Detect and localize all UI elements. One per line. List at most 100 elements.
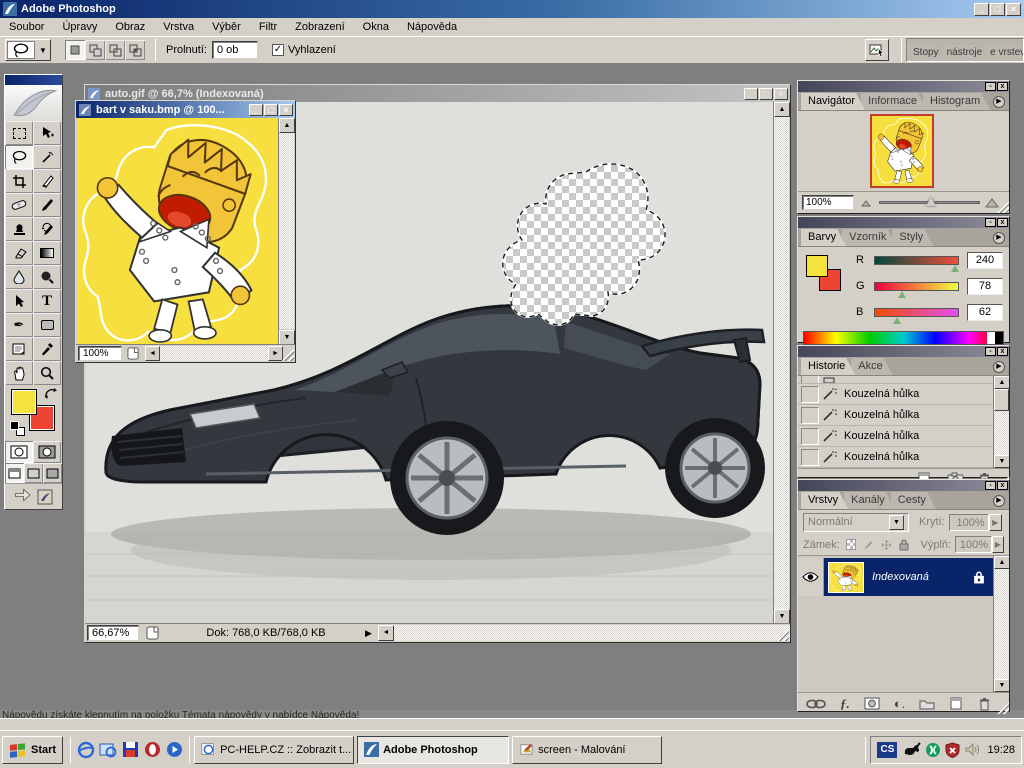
shape-tool[interactable] — [33, 313, 61, 337]
history-titlebar[interactable]: -x — [798, 346, 1009, 357]
language-indicator[interactable]: CS — [877, 742, 897, 758]
blue-value[interactable]: 62 — [967, 304, 1003, 321]
link-layers-icon[interactable] — [806, 699, 826, 709]
menu-napoveda[interactable]: Nápověda — [398, 19, 466, 35]
history-row[interactable]: Kouzelná hůlka — [798, 426, 993, 447]
foreground-color-swatch[interactable] — [11, 389, 37, 415]
maximize-button[interactable]: □ — [990, 3, 1005, 16]
red-slider[interactable] — [874, 256, 959, 265]
layers-scroll-up-button[interactable]: ▲ — [994, 556, 1009, 569]
car-status-menu-arrow[interactable]: ▶ — [365, 628, 372, 639]
tab-akce[interactable]: Akce — [851, 358, 892, 375]
menu-soubor[interactable]: Soubor — [0, 19, 53, 35]
menu-vyber[interactable]: Výběr — [203, 19, 250, 35]
antialias-checkbox[interactable]: ✓ — [272, 44, 284, 56]
bart-vertical-scrollbar[interactable]: ▲ ▼ — [278, 118, 294, 345]
jump-to-imageready-button[interactable] — [5, 483, 62, 509]
bart-scroll-down-button[interactable]: ▼ — [279, 330, 295, 345]
lock-paint-icon[interactable] — [863, 539, 874, 551]
colors-menu-button[interactable]: ▶ — [993, 232, 1005, 244]
bart-scroll-right-button[interactable]: ► — [268, 346, 283, 361]
bart-doc-titlebar[interactable]: bart v saku.bmp @ 100... _□× — [76, 101, 295, 118]
quick-mask-mode-button[interactable] — [33, 441, 61, 463]
green-value[interactable]: 78 — [967, 278, 1003, 295]
tab-vzornik[interactable]: Vzorník — [842, 229, 896, 246]
adjustment-layer-icon[interactable]: ◐. — [894, 696, 905, 711]
toolbox-logo[interactable] — [5, 85, 62, 121]
task-paint[interactable]: screen - Malování — [512, 736, 662, 764]
tray-dog-icon[interactable] — [903, 742, 921, 757]
layers-close-button[interactable]: x — [997, 481, 1008, 490]
layers-scroll-down-button[interactable]: ▼ — [994, 679, 1009, 692]
blue-slider-thumb[interactable] — [893, 317, 901, 324]
start-button[interactable]: Start — [2, 736, 63, 764]
navigator-resize-grip[interactable] — [996, 200, 1009, 213]
well-tab-vrstvy[interactable]: e vrstev — [984, 45, 1024, 61]
car-doc-close-button[interactable]: × — [774, 88, 788, 100]
layers-titlebar[interactable]: -x — [798, 480, 1009, 491]
car-doc-maximize-button[interactable]: □ — [759, 88, 773, 100]
opera-icon[interactable] — [142, 740, 162, 760]
tab-histogram[interactable]: Histogram — [923, 93, 990, 110]
save-floppy-icon[interactable] — [120, 740, 140, 760]
media-player-icon[interactable] — [164, 740, 184, 760]
history-source-checkbox[interactable] — [801, 428, 819, 445]
task-photoshop[interactable]: Adobe Photoshop — [357, 736, 509, 764]
new-group-icon[interactable] — [919, 698, 935, 710]
layer-row-indexed[interactable]: Indexovaná — [798, 558, 993, 596]
bart-canvas[interactable] — [77, 118, 280, 345]
tab-kanaly[interactable]: Kanály — [844, 492, 895, 509]
history-scrollbar[interactable]: ▲ ▼ — [993, 376, 1009, 468]
minimize-button[interactable]: _ — [974, 3, 989, 16]
close-button[interactable]: × — [1006, 3, 1021, 16]
green-slider[interactable] — [874, 282, 959, 291]
car-zoom-field[interactable]: 66,67% — [87, 625, 139, 641]
history-source-checkbox[interactable] — [801, 449, 819, 466]
well-tab-stopy[interactable]: Stopy — [907, 45, 945, 61]
blur-tool[interactable] — [5, 265, 33, 289]
bart-horizontal-scrollbar[interactable] — [160, 346, 268, 361]
car-resize-grip[interactable] — [777, 629, 789, 641]
selection-mode-intersect-button[interactable] — [125, 40, 145, 60]
layers-minimize-button[interactable]: - — [985, 481, 996, 490]
tray-shield-icon[interactable] — [945, 742, 960, 758]
red-value[interactable]: 240 — [967, 252, 1003, 269]
layer-name[interactable]: Indexovaná — [872, 571, 973, 583]
menu-obraz[interactable]: Obraz — [106, 19, 154, 35]
layer-style-icon[interactable]: ƒ. — [840, 696, 850, 712]
tray-volume-icon[interactable] — [964, 742, 981, 757]
blend-mode-dropdown[interactable]: Normální ▼ — [803, 513, 909, 532]
tray-clock[interactable]: 19:28 — [987, 744, 1015, 756]
opacity-value[interactable]: 100% — [949, 514, 989, 531]
swap-colors-icon[interactable] — [43, 387, 59, 401]
green-slider-thumb[interactable] — [898, 291, 906, 298]
bart-doc-minimize-button[interactable]: _ — [249, 104, 263, 116]
car-doc-minimize-button[interactable]: _ — [744, 88, 758, 100]
history-minimize-button[interactable]: - — [985, 347, 996, 356]
bart-zoom-field[interactable]: 100% — [78, 346, 122, 361]
history-scroll-down-button[interactable]: ▼ — [994, 455, 1009, 468]
internet-explorer-icon[interactable] — [76, 740, 96, 760]
tab-historie[interactable]: Historie — [801, 358, 855, 375]
history-source-checkbox[interactable] — [801, 386, 819, 403]
move-tool[interactable] — [33, 121, 61, 145]
tab-navigator[interactable]: Navigátor — [801, 93, 865, 110]
zoom-tool[interactable] — [33, 361, 61, 385]
menu-filtr[interactable]: Filtr — [250, 19, 286, 35]
blend-mode-dropdown-arrow[interactable]: ▼ — [889, 515, 904, 530]
navigator-titlebar[interactable]: -x — [798, 81, 1009, 92]
blue-slider[interactable] — [874, 308, 959, 317]
navigator-zoom-field[interactable]: 100% — [802, 195, 854, 210]
task-pchelp[interactable]: PC-HELP.CZ :: Zobrazit t... — [194, 736, 354, 764]
file-browser-toggle-button[interactable] — [865, 39, 889, 61]
layers-resize-grip[interactable] — [996, 701, 1009, 714]
layer-thumbnail[interactable] — [828, 562, 864, 593]
type-tool[interactable]: T — [33, 289, 61, 313]
bart-doc-maximize-button[interactable]: □ — [264, 104, 278, 116]
history-row[interactable]: Kouzelná hůlka — [798, 384, 993, 405]
fullscreen-menu-mode-button[interactable] — [24, 463, 43, 483]
history-close-button[interactable]: x — [997, 347, 1008, 356]
history-source-checkbox[interactable] — [801, 407, 819, 424]
bart-scroll-left-button[interactable]: ◄ — [145, 346, 160, 361]
menu-upravy[interactable]: Úpravy — [53, 19, 106, 35]
